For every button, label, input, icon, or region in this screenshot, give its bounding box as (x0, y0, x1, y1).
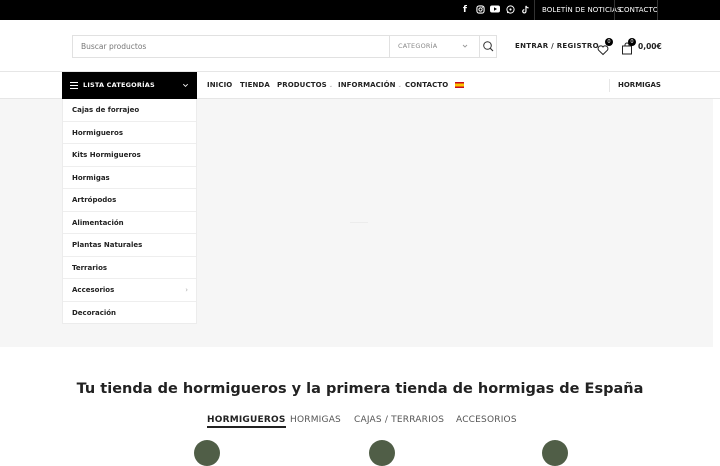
categories-toggle-button[interactable]: LISTA CATEGORÍAS (62, 72, 197, 99)
social-links: f (460, 0, 530, 20)
tab-hormigueros[interactable]: HORMIGUEROS (207, 415, 286, 428)
category-item-label: Kits Hormigueros (72, 151, 141, 159)
search-input[interactable] (73, 36, 388, 57)
category-item-label: Decoración (72, 308, 117, 317)
nav-item-label: INICIO (207, 81, 233, 89)
hamburger-icon (70, 82, 78, 89)
top-bar: f BOLETÍN DE NOTICIAS CONTACTO (0, 0, 720, 20)
feature-icon (194, 440, 220, 466)
nav-item-productos[interactable]: PRODUCTOS ⌄ (277, 72, 333, 99)
nav-item-inicio[interactable]: INICIO (207, 72, 232, 99)
spain-flag-icon[interactable] (455, 82, 464, 88)
cart-count-badge: 0 (628, 38, 636, 46)
search-form: CATEGORÍA (72, 35, 497, 58)
feature-icon (542, 440, 568, 466)
nav-item-label: TIENDA (240, 81, 270, 89)
facebook-icon[interactable]: f (460, 5, 470, 15)
topbar-divider (534, 0, 535, 20)
nav-link-hormigas[interactable]: HORMIGAS (618, 72, 661, 99)
nav-divider (609, 79, 610, 92)
category-item[interactable]: Hormigas (63, 167, 196, 189)
nav-item-label: INFORMACIÓN (338, 81, 396, 89)
wishlist-count-badge: 0 (605, 38, 613, 46)
slider-placeholder-line (350, 222, 368, 223)
nav-item-informacion[interactable]: INFORMACIÓN ⌄ (338, 72, 402, 99)
category-item[interactable]: Alimentación (63, 212, 196, 234)
chevron-down-icon (462, 44, 468, 48)
nav-item-contacto[interactable]: CONTACTO (405, 72, 448, 99)
category-item-label: Hormigueros (72, 128, 123, 137)
categories-toggle-label: LISTA CATEGORÍAS (83, 81, 155, 89)
category-item[interactable]: Accesorios › (63, 279, 196, 302)
cart-button[interactable]: 0 (621, 38, 636, 55)
contact-link[interactable]: CONTACTO (619, 0, 659, 20)
tab-cajas-terrarios[interactable]: CAJAS / TERRARIOS (354, 415, 444, 425)
site-header: CATEGORÍA ENTRAR / REGISTRO 0 0 0,00€ (0, 20, 720, 72)
topbar-divider (657, 0, 658, 20)
category-item[interactable]: Plantas Naturales (63, 234, 196, 257)
category-item-label: Hormigas (72, 173, 110, 182)
category-item[interactable]: Decoración (63, 302, 196, 325)
category-item[interactable]: Artrópodos (63, 189, 196, 212)
chevron-down-icon (183, 83, 188, 87)
category-item[interactable]: Kits Hormigueros (63, 144, 196, 167)
nav-item-label: CONTACTO (405, 81, 449, 89)
cart-total[interactable]: 0,00€ (638, 35, 662, 58)
tiktok-icon[interactable] (520, 5, 530, 15)
feature-icon (369, 440, 395, 466)
nav-item-label: PRODUCTOS (277, 81, 327, 89)
tab-accesorios[interactable]: ACCESORIOS (456, 415, 517, 425)
wishlist-button[interactable]: 0 (597, 38, 613, 56)
categories-dropdown-menu: Cajas de forrajeo Hormigueros Kits Hormi… (62, 99, 197, 324)
instagram-icon[interactable] (475, 5, 485, 15)
category-item-label: Terrarios (72, 263, 108, 272)
section-headline: Tu tienda de hormigueros y la primera ti… (76, 381, 644, 397)
chevron-right-icon: › (185, 286, 188, 294)
category-item[interactable]: Terrarios (63, 257, 196, 279)
search-button[interactable] (479, 36, 498, 57)
chevron-down-icon: ⌄ (397, 83, 402, 89)
search-icon (483, 41, 494, 52)
topbar-divider (614, 0, 615, 20)
category-item[interactable]: Cajas de forrajeo (63, 99, 196, 122)
category-item-label: Artrópodos (72, 196, 117, 204)
category-item[interactable]: Hormigueros (63, 122, 196, 144)
category-select-label: CATEGORÍA (398, 42, 438, 50)
category-item-label: Accesorios (72, 286, 115, 294)
category-select[interactable]: CATEGORÍA (389, 36, 479, 57)
login-register-link[interactable]: ENTRAR / REGISTRO (515, 35, 599, 58)
category-item-label: Cajas de forrajeo (72, 106, 140, 114)
main-navigation: LISTA CATEGORÍAS INICIO TIENDA PRODUCTOS… (0, 72, 720, 99)
newsletter-link[interactable]: BOLETÍN DE NOTICIAS (542, 0, 622, 20)
chevron-down-icon: ⌄ (328, 83, 334, 89)
tab-hormigas[interactable]: HORMIGAS (290, 415, 341, 425)
category-item-label: Plantas Naturales (72, 241, 143, 249)
nav-item-tienda[interactable]: TIENDA (240, 72, 270, 99)
whatsapp-icon[interactable] (505, 5, 515, 15)
youtube-icon[interactable] (490, 5, 500, 15)
category-item-label: Alimentación (72, 218, 124, 227)
